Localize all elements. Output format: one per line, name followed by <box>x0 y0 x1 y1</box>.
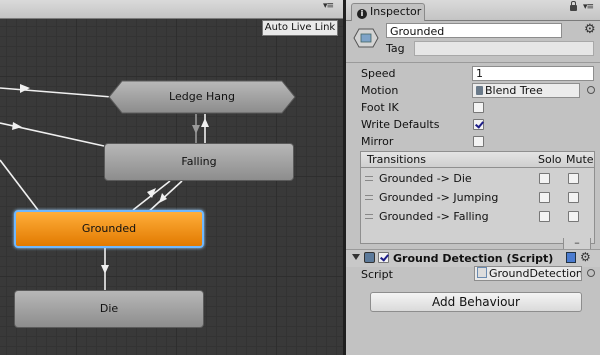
tab-inspector-label: Inspector <box>370 5 422 18</box>
component-title: Ground Detection (Script) <box>393 252 554 265</box>
script-field[interactable]: GroundDetection <box>474 266 582 281</box>
transitions-list: Transitions Solo Mute Grounded -> Die Gr… <box>360 151 595 252</box>
transitions-header: Transitions Solo Mute <box>361 152 594 168</box>
drag-handle-icon[interactable] <box>365 195 373 200</box>
script-file-icon <box>477 267 487 278</box>
state-ledge-hang[interactable]: Ledge Hang <box>108 80 296 114</box>
object-picker-icon[interactable] <box>587 269 595 277</box>
info-icon: i <box>357 9 367 19</box>
write-defaults-checkbox[interactable] <box>473 119 484 130</box>
tag-label: Tag <box>386 42 405 55</box>
transition-line-entry-grounded[interactable] <box>0 159 39 211</box>
transition-line-entry-ledge[interactable] <box>0 87 113 98</box>
script-label: Script <box>361 268 393 281</box>
state-falling[interactable]: Falling <box>104 143 294 181</box>
motion-field[interactable]: Blend Tree <box>472 83 580 98</box>
component-header[interactable]: Ground Detection (Script) ⚙ <box>346 249 600 267</box>
foot-ik-label: Foot IK <box>361 101 399 114</box>
mute-checkbox[interactable] <box>568 192 579 203</box>
mirror-checkbox[interactable] <box>473 136 484 147</box>
speed-field[interactable]: 1 <box>472 66 594 81</box>
object-picker-icon[interactable] <box>587 86 595 94</box>
arrowhead-icon <box>12 122 22 130</box>
solo-checkbox[interactable] <box>539 192 550 203</box>
tab-inspector[interactable]: i Inspector <box>351 3 425 21</box>
component-enabled-checkbox[interactable] <box>378 252 389 263</box>
state-die[interactable]: Die <box>14 290 204 328</box>
speed-label: Speed <box>361 67 396 80</box>
transition-name: Grounded -> Jumping <box>379 191 499 204</box>
mute-checkbox[interactable] <box>568 173 579 184</box>
inspector-panel: i Inspector ▾≡ Grounded ⚙ Tag Speed 1 Mot… <box>346 0 600 355</box>
inspector-menu-icon[interactable]: ▾≡ <box>583 2 594 12</box>
arrowhead-icon <box>201 118 209 127</box>
animator-state-icon <box>353 28 379 48</box>
arrowhead-icon <box>192 125 200 134</box>
drag-handle-icon[interactable] <box>365 176 373 181</box>
solo-header: Solo <box>538 153 562 166</box>
help-book-icon[interactable] <box>566 252 576 263</box>
tag-field[interactable] <box>414 41 594 56</box>
solo-checkbox[interactable] <box>539 173 550 184</box>
blend-tree-icon <box>476 86 483 95</box>
arrowhead-icon <box>159 193 167 203</box>
solo-checkbox[interactable] <box>539 211 550 222</box>
lock-icon[interactable] <box>570 1 577 11</box>
motion-label: Motion <box>361 84 399 97</box>
write-defaults-label: Write Defaults <box>361 118 440 131</box>
gear-icon[interactable]: ⚙ <box>584 23 596 37</box>
gear-icon[interactable]: ⚙ <box>580 250 591 264</box>
foldout-arrow-icon[interactable] <box>352 254 360 260</box>
foot-ik-checkbox[interactable] <box>473 102 484 113</box>
arrowhead-icon <box>20 84 30 93</box>
transition-name: Grounded -> Falling <box>379 210 489 223</box>
mute-header: Mute <box>566 153 594 166</box>
script-component-icon <box>364 252 375 263</box>
divider <box>346 62 600 63</box>
add-behaviour-button[interactable]: Add Behaviour <box>370 292 582 312</box>
mute-checkbox[interactable] <box>568 211 579 222</box>
transition-row[interactable]: Grounded -> Die <box>361 169 594 188</box>
arrowhead-icon <box>101 265 109 274</box>
transition-row[interactable]: Grounded -> Falling <box>361 207 594 226</box>
transition-name: Grounded -> Die <box>379 172 472 185</box>
animator-graph[interactable]: ▾≡ Auto Live Link Ledge Hang Falling Gro… <box>0 0 343 355</box>
state-name-field[interactable]: Grounded <box>386 23 562 38</box>
transitions-header-label: Transitions <box>367 153 426 166</box>
drag-handle-icon[interactable] <box>365 214 373 219</box>
mirror-label: Mirror <box>361 135 394 148</box>
transition-row[interactable]: Grounded -> Jumping <box>361 188 594 207</box>
script-value: GroundDetection <box>489 267 582 280</box>
motion-value: Blend Tree <box>485 84 543 97</box>
state-grounded[interactable]: Grounded <box>14 210 204 248</box>
